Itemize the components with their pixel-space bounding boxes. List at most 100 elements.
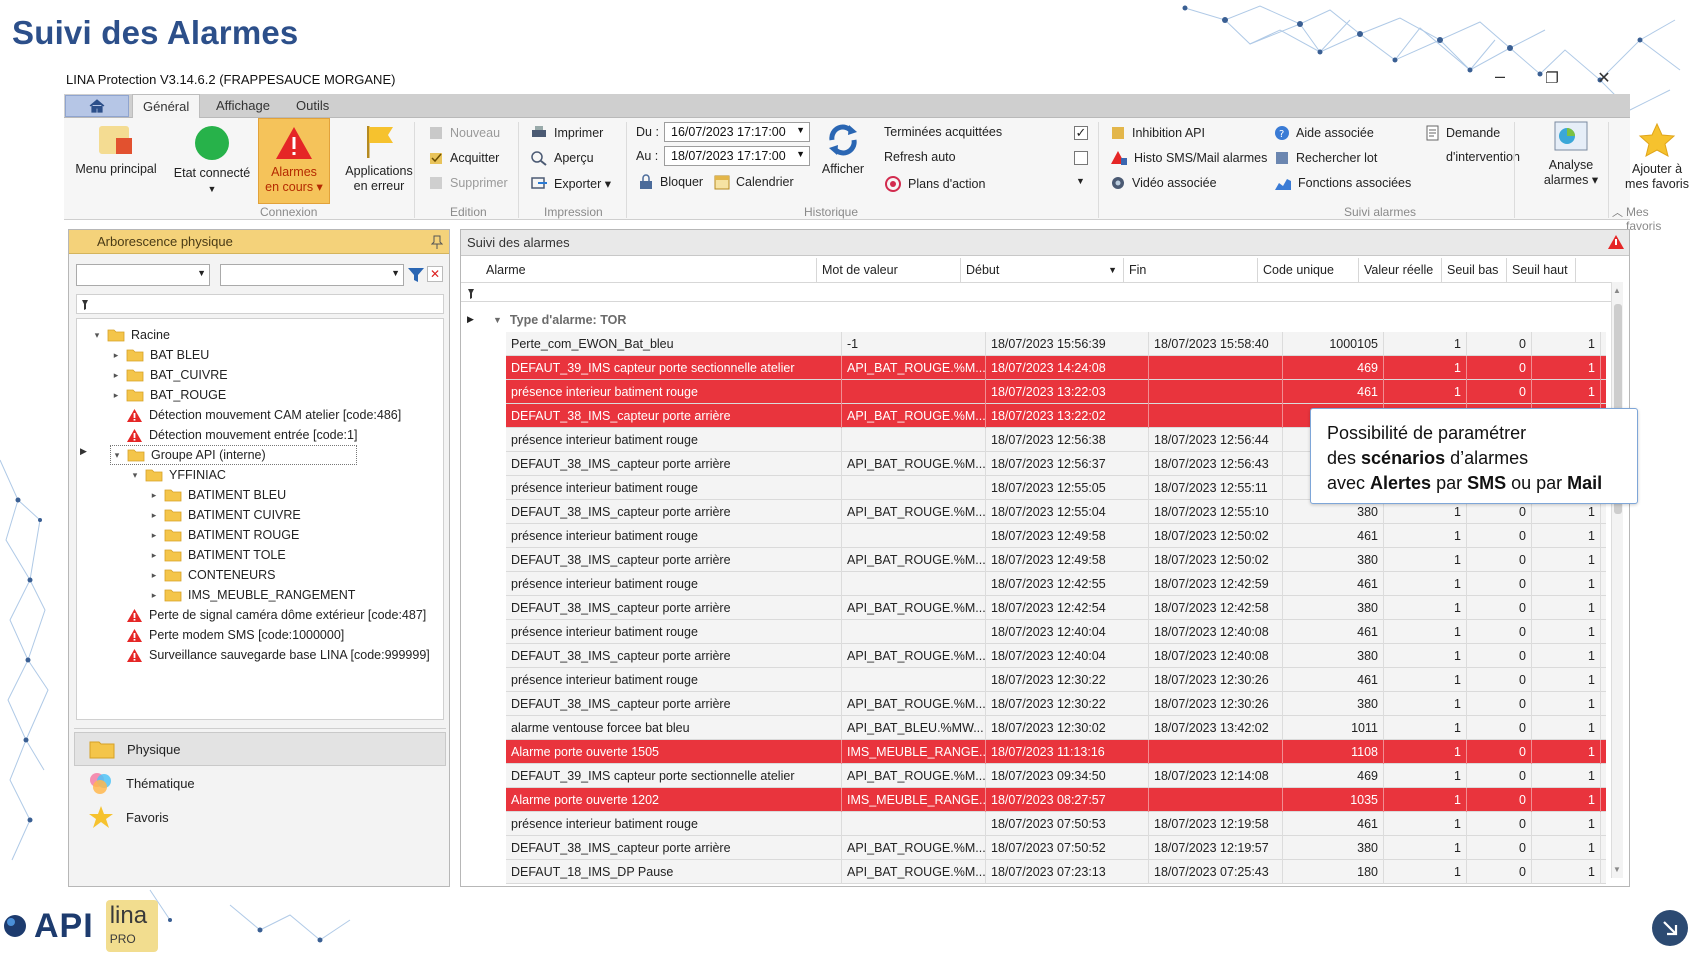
- tree-folder-node[interactable]: ▾ YFFINIAC: [129, 465, 226, 485]
- column-valeur-reelle[interactable]: Valeur réelle: [1359, 258, 1442, 282]
- nouveau-button[interactable]: Nouveau: [428, 125, 500, 141]
- scroll-down-icon[interactable]: ▼: [1613, 865, 1621, 874]
- table-row[interactable]: DEFAUT_39_IMS capteur porte sectionnelle…: [506, 356, 1606, 380]
- afficher-button[interactable]: Afficher: [816, 122, 870, 177]
- filter-icon[interactable]: [407, 266, 425, 284]
- expand-toggle-icon[interactable]: ▸: [110, 370, 122, 381]
- tree-folder-node[interactable]: ▸ BAT BLEU: [110, 345, 210, 365]
- column-code-unique[interactable]: Code unique: [1258, 258, 1359, 282]
- table-row[interactable]: présence interieur batiment rouge 18/07/2…: [506, 572, 1606, 596]
- tree-folder-node[interactable]: ▸ BATIMENT ROUGE: [148, 525, 300, 545]
- expand-toggle-icon[interactable]: ▸: [148, 550, 160, 561]
- acquitter-button[interactable]: Acquitter: [428, 150, 499, 166]
- restore-button[interactable]: ❐: [1532, 69, 1572, 87]
- table-row[interactable]: Alarme porte ouverte 1505 IMS_MEUBLE_RANG…: [506, 740, 1606, 764]
- histo-sms-button[interactable]: Histo SMS/Mail alarmes: [1110, 150, 1267, 166]
- chevron-down-icon[interactable]: ▼: [1076, 176, 1085, 186]
- analyse-alarmes-button[interactable]: Analyse alarmes ▾: [1540, 120, 1602, 188]
- table-row[interactable]: DEFAUT_38_IMS_capteur porte arrière API_B…: [506, 596, 1606, 620]
- imprimer-button[interactable]: Imprimer: [530, 125, 603, 141]
- date-from-input[interactable]: 16/07/2023 17:17:00 ▼: [664, 122, 810, 142]
- collapse-ribbon-icon[interactable]: ︿: [1612, 204, 1623, 220]
- column-alarme[interactable]: Alarme: [481, 258, 817, 282]
- table-row[interactable]: DEFAUT_18_IMS_DP Pause API_BAT_ROUGE.%M..…: [506, 860, 1606, 884]
- pin-icon[interactable]: [431, 235, 443, 249]
- tree-folder-node[interactable]: ▸ IMS_MEUBLE_RANGEMENT: [148, 585, 356, 605]
- plans-action-button[interactable]: Plans d'action: [884, 175, 985, 193]
- applications-en-erreur-button[interactable]: Applications en erreur: [334, 124, 424, 194]
- expand-toggle-icon[interactable]: ▸: [110, 390, 122, 401]
- expand-toggle-icon[interactable]: ▾: [129, 470, 141, 481]
- apercu-button[interactable]: Aperçu: [530, 150, 594, 166]
- group-row[interactable]: ▼ Type d'alarme: TOR: [493, 310, 626, 330]
- video-associee-button[interactable]: Vidéo associée: [1110, 175, 1217, 191]
- tree-alarm-node[interactable]: Détection mouvement entrée [code:1]: [110, 425, 357, 445]
- supprimer-button[interactable]: Supprimer: [428, 175, 508, 191]
- tree-folder-node[interactable]: ▸ BAT_CUIVRE: [110, 365, 228, 385]
- tree-filter-combo-2[interactable]: ▼: [220, 264, 404, 286]
- column-seuil-bas[interactable]: Seuil bas: [1442, 258, 1507, 282]
- etat-connecte-button[interactable]: Etat connecté ▼: [168, 124, 256, 197]
- refresh-auto-checkbox[interactable]: [1074, 151, 1088, 165]
- nav-favoris[interactable]: Favoris: [74, 800, 446, 834]
- minimize-button[interactable]: –: [1480, 66, 1520, 87]
- table-row[interactable]: alarme ventouse forcee bat bleu API_BAT_B…: [506, 716, 1606, 740]
- column-fin[interactable]: Fin: [1124, 258, 1258, 282]
- aide-associee-button[interactable]: ? Aide associée: [1274, 125, 1374, 141]
- table-row[interactable]: présence interieur batiment rouge 18/07/2…: [506, 812, 1606, 836]
- close-button[interactable]: ✕: [1584, 68, 1624, 88]
- nav-thematique[interactable]: Thématique: [74, 766, 446, 800]
- row-expander-icon[interactable]: ▶: [467, 314, 474, 325]
- table-row[interactable]: DEFAUT_38_IMS_capteur porte arrière API_B…: [506, 644, 1606, 668]
- table-row[interactable]: présence interieur batiment rouge 18/07/2…: [506, 524, 1606, 548]
- expand-toggle-icon[interactable]: ▾: [111, 450, 123, 461]
- expand-toggle-icon[interactable]: ▸: [148, 490, 160, 501]
- table-row[interactable]: DEFAUT_39_IMS capteur porte sectionnelle…: [506, 764, 1606, 788]
- tree-folder-node[interactable]: ▸ BAT_ROUGE: [110, 385, 226, 405]
- tree-alarm-node[interactable]: Perte modem SMS [code:1000000]: [110, 625, 344, 645]
- tree-filter-combo-1[interactable]: ▼: [76, 264, 210, 286]
- tree-alarm-node[interactable]: Perte de signal caméra dôme extérieur [c…: [110, 605, 426, 625]
- date-to-input[interactable]: 18/07/2023 17:17:00 ▼: [664, 146, 810, 166]
- tree-folder-node[interactable]: ▾ Groupe API (interne): [110, 445, 357, 465]
- table-row[interactable]: présence interieur batiment rouge 18/07/2…: [506, 620, 1606, 644]
- tab-general[interactable]: Général: [132, 94, 201, 119]
- tree-folder-node[interactable]: ▸ BATIMENT BLEU: [148, 485, 286, 505]
- tree-folder-node[interactable]: ▸ CONTENEURS: [148, 565, 276, 585]
- next-slide-button[interactable]: [1652, 910, 1688, 946]
- expand-toggle-icon[interactable]: ▸: [110, 350, 122, 361]
- fonctions-associees-button[interactable]: Fonctions associées: [1274, 175, 1411, 191]
- exporter-button[interactable]: Exporter ▾: [530, 175, 611, 191]
- table-row[interactable]: Alarme porte ouverte 1202 IMS_MEUBLE_RANG…: [506, 788, 1606, 812]
- column-debut[interactable]: Début ▼: [961, 258, 1124, 282]
- home-tab[interactable]: [65, 95, 129, 117]
- bloquer-button[interactable]: Bloquer: [638, 174, 703, 190]
- ajouter-favoris-button[interactable]: Ajouter à mes favoris: [1612, 122, 1700, 192]
- table-row[interactable]: présence interieur batiment rouge 18/07/2…: [506, 380, 1606, 404]
- tab-affichage[interactable]: Affichage: [206, 94, 280, 118]
- expand-toggle-icon[interactable]: ▸: [148, 530, 160, 541]
- column-seuil-haut[interactable]: Seuil haut: [1507, 258, 1576, 282]
- scroll-up-icon[interactable]: ▲: [1613, 286, 1621, 295]
- rechercher-lot-button[interactable]: Rechercher lot: [1274, 150, 1377, 166]
- table-row[interactable]: DEFAUT_38_IMS_capteur porte arrière API_B…: [506, 548, 1606, 572]
- expand-toggle-icon[interactable]: ▸: [148, 570, 160, 581]
- menu-principal-button[interactable]: Menu principal: [68, 124, 164, 177]
- table-row[interactable]: Perte_com_EWON_Bat_bleu -1 18/07/2023 15:5…: [506, 332, 1606, 356]
- clear-filter-icon[interactable]: ✕: [427, 266, 443, 282]
- terminees-acquittees-checkbox[interactable]: ✓: [1074, 126, 1088, 140]
- tab-outils[interactable]: Outils: [286, 94, 339, 118]
- tree-filter-row[interactable]: [76, 294, 444, 314]
- expand-toggle-icon[interactable]: ▸: [148, 510, 160, 521]
- column-mot-de-valeur[interactable]: Mot de valeur: [817, 258, 961, 282]
- tree-folder-node[interactable]: ▾ Racine: [91, 325, 170, 345]
- alarmes-en-cours-button[interactable]: Alarmes en cours ▾: [258, 118, 330, 204]
- table-row[interactable]: DEFAUT_38_IMS_capteur porte arrière API_B…: [506, 692, 1606, 716]
- expand-toggle-icon[interactable]: ▾: [91, 330, 103, 341]
- expand-toggle-icon[interactable]: ▸: [148, 590, 160, 601]
- tree-alarm-node[interactable]: Surveillance sauvegarde base LINA [code:…: [110, 645, 430, 665]
- nav-physique[interactable]: Physique: [74, 732, 446, 766]
- tree-alarm-node[interactable]: Détection mouvement CAM atelier [code:48…: [110, 405, 401, 425]
- calendrier-button[interactable]: Calendrier: [714, 174, 794, 190]
- inhibition-api-button[interactable]: Inhibition API: [1110, 125, 1205, 141]
